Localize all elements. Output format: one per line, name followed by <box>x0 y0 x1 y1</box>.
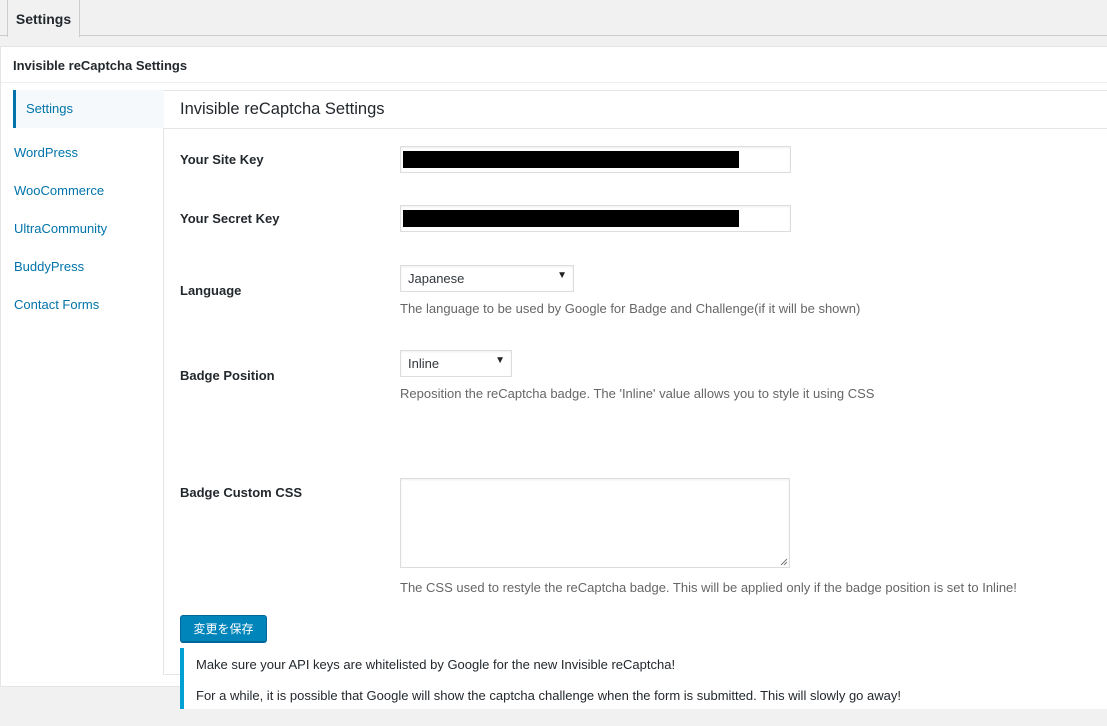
secret-key-label: Your Secret Key <box>180 211 280 226</box>
notice-line-1: Make sure your API keys are whitelisted … <box>196 657 676 672</box>
language-label: Language <box>180 283 242 298</box>
badge-position-select[interactable]: Inline ▼ <box>400 350 512 377</box>
site-key-label: Your Site Key <box>180 152 264 167</box>
sidebar-item-wordpress[interactable]: WordPress <box>14 145 78 160</box>
language-description: The language to be used by Google for Ba… <box>400 301 861 316</box>
badge-css-label: Badge Custom CSS <box>180 485 303 500</box>
language-select[interactable]: Japanese ▼ <box>400 265 574 292</box>
site-key-input[interactable] <box>400 146 791 173</box>
sidebar-item-ultracommunity[interactable]: UltraCommunity <box>14 221 107 236</box>
badge-position-selected-value: Inline <box>408 356 440 371</box>
notice-line-2: For a while, it is possible that Google … <box>196 688 901 703</box>
save-button[interactable]: 変更を保存 <box>180 615 267 642</box>
section-title: Invisible reCaptcha Settings <box>164 91 1107 129</box>
settings-panel: Invisible reCaptcha Settings Settings Wo… <box>0 46 1107 709</box>
settings-content: Invisible reCaptcha Settings Your Site K… <box>164 90 1107 709</box>
redacted-value <box>403 151 739 168</box>
sidebar-item-settings[interactable]: Settings <box>13 90 164 128</box>
dropdown-arrow-icon: ▼ <box>557 270 567 281</box>
tab-settings[interactable]: Settings <box>7 0 80 37</box>
badge-position-label: Badge Position <box>180 368 275 383</box>
badge-position-description: Reposition the reCaptcha badge. The 'Inl… <box>400 386 875 401</box>
tab-bar: Settings <box>0 0 1107 37</box>
badge-css-description: The CSS used to restyle the reCaptcha ba… <box>400 580 1017 595</box>
sidebar-item-buddypress[interactable]: BuddyPress <box>14 259 84 274</box>
sidebar: Settings WordPress WooCommerce UltraComm… <box>1 90 164 675</box>
sidebar-item-contact-forms[interactable]: Contact Forms <box>14 297 99 312</box>
dropdown-arrow-icon: ▼ <box>495 355 505 366</box>
info-notice: Make sure your API keys are whitelisted … <box>180 648 1107 709</box>
secret-key-input[interactable] <box>400 205 791 232</box>
resize-handle-icon[interactable] <box>780 558 788 566</box>
sidebar-item-woocommerce[interactable]: WooCommerce <box>14 183 104 198</box>
redacted-value <box>403 210 739 227</box>
badge-css-textarea[interactable] <box>400 478 790 568</box>
language-selected-value: Japanese <box>408 271 465 286</box>
panel-title: Invisible reCaptcha Settings <box>1 47 1107 83</box>
